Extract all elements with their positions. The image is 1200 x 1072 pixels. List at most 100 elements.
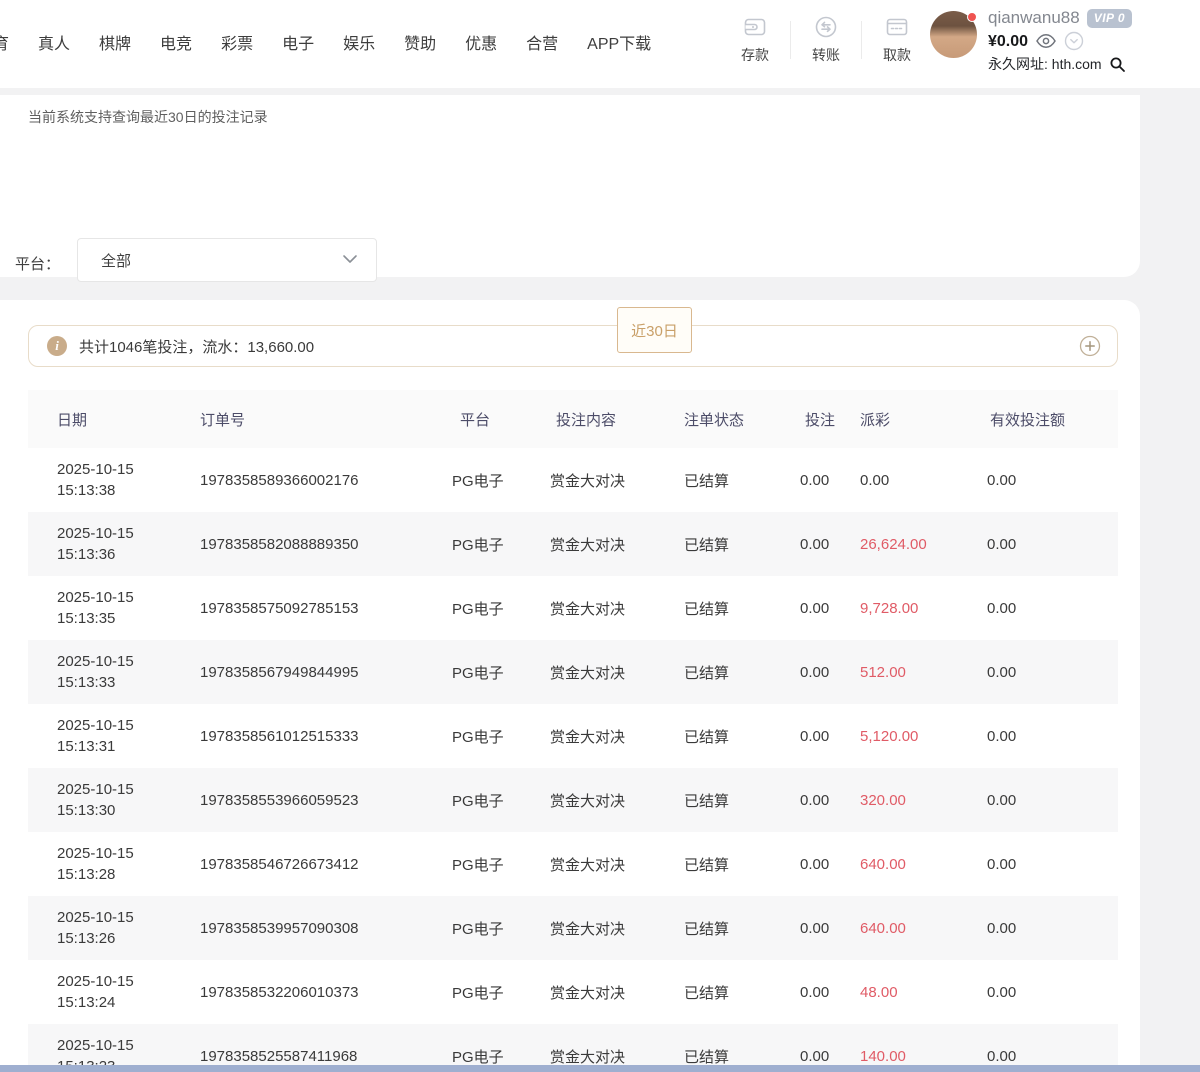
- cell-platform: PG电子: [452, 598, 550, 619]
- filter-panel: 当前系统支持查询最近30日的投注记录 平台： 全部 日期： 2025-09-16…: [0, 95, 1140, 277]
- cell-payout: 512.00: [860, 664, 987, 681]
- transfer-icon: [813, 14, 839, 40]
- table-row: 2025-10-1515:13:38 1978358589366002176 P…: [28, 448, 1118, 512]
- withdraw-card-icon: [884, 14, 910, 40]
- cell-status: 已结算: [684, 918, 800, 939]
- cell-order-number: 1978358553966059523: [200, 792, 452, 809]
- cell-platform: PG电子: [452, 662, 550, 683]
- platform-select[interactable]: 全部: [77, 238, 377, 282]
- column-header-payout: 派彩: [860, 409, 987, 430]
- record-notice: 当前系统支持查询最近30日的投注记录: [28, 107, 268, 127]
- nav-item[interactable]: 真人: [38, 30, 70, 54]
- table-row: 2025-10-1515:13:31 1978358561012515333 P…: [28, 704, 1118, 768]
- top-navbar: 育 真人 棋牌 电竞 彩票 电子 娱乐 赞助 优惠 合营 APP下载 存款: [0, 0, 1200, 88]
- cell-date: 2025-10-1515:13:26: [28, 907, 200, 949]
- info-icon: i: [47, 336, 67, 356]
- cell-bet-content: 赏金大对决: [550, 982, 684, 1003]
- cell-platform: PG电子: [452, 1046, 550, 1067]
- cell-platform: PG电子: [452, 918, 550, 939]
- cell-valid-amount: 0.00: [987, 1048, 1118, 1065]
- user-avatar[interactable]: [930, 11, 977, 58]
- divider: [790, 21, 791, 59]
- cell-payout: 320.00: [860, 792, 987, 809]
- cell-valid-amount: 0.00: [987, 856, 1118, 873]
- cell-payout: 640.00: [860, 920, 987, 937]
- bet-records-table: 日期 订单号 平台 投注内容 注单状态 投注 派彩 有效投注额 2025-10-…: [28, 390, 1118, 1072]
- quick-range-button[interactable]: 近30日: [617, 307, 692, 353]
- cell-order-number: 1978358546726673412: [200, 856, 452, 873]
- chevron-down-circle-icon[interactable]: [1064, 31, 1084, 51]
- table-body: 2025-10-1515:13:38 1978358589366002176 P…: [28, 448, 1118, 1072]
- permanent-url-label: 永久网址: hth.com: [988, 54, 1102, 74]
- cell-payout: 9,728.00: [860, 600, 987, 617]
- cell-bet-amount: 0.00: [800, 920, 860, 937]
- column-header-order: 订单号: [200, 409, 452, 430]
- cell-bet-amount: 0.00: [800, 856, 860, 873]
- cell-order-number: 1978358582088889350: [200, 536, 452, 553]
- cell-bet-content: 赏金大对决: [550, 534, 684, 555]
- cell-valid-amount: 0.00: [987, 728, 1118, 745]
- deposit-button[interactable]: 存款: [722, 14, 788, 65]
- cell-date: 2025-10-1515:13:33: [28, 651, 200, 693]
- vip-badge: VIP 0: [1087, 9, 1132, 28]
- table-header-row: 日期 订单号 平台 投注内容 注单状态 投注 派彩 有效投注额: [28, 390, 1118, 448]
- cell-payout: 0.00: [860, 472, 987, 489]
- notification-dot: [967, 12, 977, 22]
- nav-item[interactable]: 棋牌: [99, 30, 131, 54]
- cell-bet-content: 赏金大对决: [550, 662, 684, 683]
- platform-label: 平台：: [15, 253, 60, 274]
- cell-order-number: 1978358539957090308: [200, 920, 452, 937]
- cell-bet-amount: 0.00: [800, 664, 860, 681]
- cell-order-number: 1978358532206010373: [200, 984, 452, 1001]
- cell-payout: 26,624.00: [860, 536, 987, 553]
- column-header-valid: 有效投注额: [987, 409, 1118, 430]
- transfer-button[interactable]: 转账: [793, 14, 859, 65]
- cell-date: 2025-10-1515:13:28: [28, 843, 200, 885]
- column-header-status: 注单状态: [684, 409, 800, 430]
- nav-item[interactable]: 电子: [282, 30, 314, 54]
- header-actions: 存款 转账 取款: [722, 14, 930, 65]
- nav-item[interactable]: 合营: [526, 30, 558, 54]
- cell-order-number: 1978358575092785153: [200, 600, 452, 617]
- nav-item-truncated[interactable]: 育: [0, 30, 9, 54]
- cell-status: 已结算: [684, 726, 800, 747]
- nav-item[interactable]: 娱乐: [343, 30, 375, 54]
- cell-status: 已结算: [684, 662, 800, 683]
- cell-date: 2025-10-1515:13:38: [28, 459, 200, 501]
- withdraw-button[interactable]: 取款: [864, 14, 930, 65]
- nav-item[interactable]: APP下载: [587, 30, 651, 54]
- magnifier-icon[interactable]: [1109, 56, 1126, 73]
- deposit-label: 存款: [741, 45, 769, 65]
- cell-bet-content: 赏金大对决: [550, 790, 684, 811]
- cell-status: 已结算: [684, 982, 800, 1003]
- table-row: 2025-10-1515:13:33 1978358567949844995 P…: [28, 640, 1118, 704]
- horizontal-scrollbar[interactable]: [0, 1065, 1200, 1072]
- withdraw-label: 取款: [883, 45, 911, 65]
- cell-payout: 640.00: [860, 856, 987, 873]
- cell-payout: 48.00: [860, 984, 987, 1001]
- cell-bet-content: 赏金大对决: [550, 1046, 684, 1067]
- nav-item[interactable]: 电竞: [160, 30, 192, 54]
- summary-text: 共计1046笔投注，流水：13,660.00: [79, 336, 1079, 357]
- cell-platform: PG电子: [452, 790, 550, 811]
- cell-order-number: 1978358589366002176: [200, 472, 452, 489]
- cell-valid-amount: 0.00: [987, 472, 1118, 489]
- cell-bet-amount: 0.00: [800, 472, 860, 489]
- eye-icon[interactable]: [1035, 33, 1057, 49]
- nav-item[interactable]: 赞助: [404, 30, 436, 54]
- cell-platform: PG电子: [452, 854, 550, 875]
- nav-item[interactable]: 优惠: [465, 30, 497, 54]
- nav-item[interactable]: 彩票: [221, 30, 253, 54]
- cell-status: 已结算: [684, 470, 800, 491]
- expand-plus-icon[interactable]: [1079, 335, 1101, 357]
- cell-valid-amount: 0.00: [987, 792, 1118, 809]
- user-info: qianwanu88 VIP 0 ¥0.00 永久网址: hth.com: [988, 8, 1132, 74]
- cell-platform: PG电子: [452, 726, 550, 747]
- table-row: 2025-10-1515:13:24 1978358532206010373 P…: [28, 960, 1118, 1024]
- records-panel: i 共计1046笔投注，流水：13,660.00 日期 订单号 平台 投注内容 …: [0, 300, 1140, 1072]
- cell-status: 已结算: [684, 534, 800, 555]
- wallet-icon: [742, 14, 768, 40]
- cell-status: 已结算: [684, 854, 800, 875]
- cell-bet-amount: 0.00: [800, 600, 860, 617]
- cell-date: 2025-10-1515:13:24: [28, 971, 200, 1013]
